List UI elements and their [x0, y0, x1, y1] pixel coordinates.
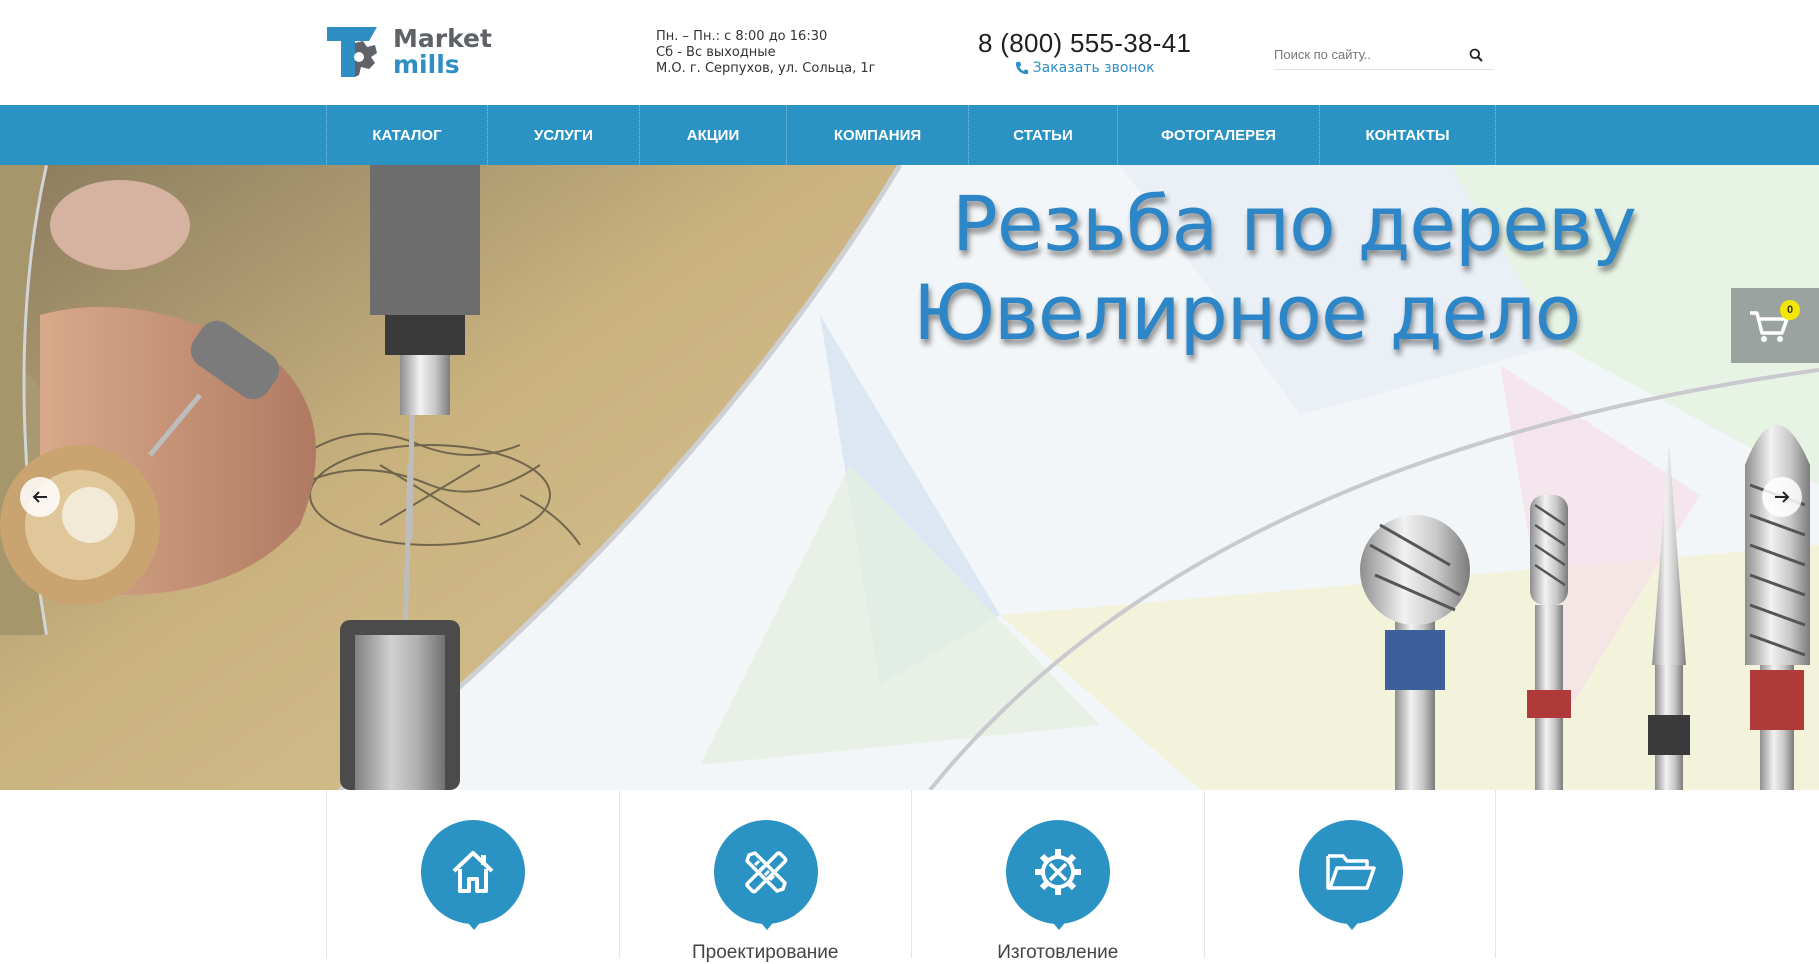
slider-prev-button[interactable]: [20, 477, 60, 517]
main-nav: КАТАЛОГ УСЛУГИ АКЦИИ КОМПАНИЯ СТАТЬИ ФОТ…: [0, 105, 1819, 165]
gear-wrench-icon: [1035, 849, 1081, 895]
feature-card-home[interactable]: [326, 790, 619, 958]
search-icon: [1469, 48, 1483, 62]
phone-icon: [1015, 61, 1028, 75]
feature-pointer: [464, 918, 484, 930]
folder-open-icon: [1325, 854, 1376, 890]
phone-number[interactable]: 8 (800) 555-38-41: [978, 28, 1191, 59]
nav-item-promotions[interactable]: АКЦИИ: [640, 105, 787, 165]
nav-item-gallery[interactable]: ФОТОГАЛЕРЕЯ: [1118, 105, 1320, 165]
slider-next-button[interactable]: [1762, 477, 1802, 517]
callback-label: Заказать звонок: [1032, 60, 1155, 76]
hours-line2: Сб - Вс выходные: [656, 45, 776, 60]
home-icon: [452, 851, 494, 893]
nav-item-services[interactable]: УСЛУГИ: [488, 105, 640, 165]
search-button[interactable]: [1464, 43, 1488, 67]
contact-block: 8 (800) 555-38-41 Заказать звонок: [978, 28, 1191, 76]
feature-label: Проектирование: [692, 942, 839, 963]
feature-pointer: [756, 918, 777, 930]
site-header: Market mills Пн. – Пн.: с 8:00 до 16:30 …: [0, 0, 1819, 105]
feature-pointer: [1049, 918, 1069, 930]
nav-item-company[interactable]: КОМПАНИЯ: [787, 105, 969, 165]
nav-item-contacts[interactable]: КОНТАКТЫ: [1320, 105, 1496, 165]
search-input[interactable]: [1274, 47, 1464, 62]
features-row: Проектирование Изготовление: [326, 790, 1496, 963]
arrow-right-icon: [1775, 491, 1790, 503]
hero-slider: Резьба по дереву Ювелирное дело: [0, 165, 1819, 790]
feature-icon-circle: [1298, 820, 1403, 924]
feature-card-design[interactable]: Проектирование: [618, 790, 912, 963]
callback-link[interactable]: Заказать звонок: [978, 60, 1191, 76]
feature-card-manufacturing[interactable]: Изготовление: [911, 790, 1204, 963]
feature-card-portfolio[interactable]: [1203, 790, 1496, 958]
cart-count-badge: 0: [1780, 300, 1800, 320]
feature-icon-circle: [713, 820, 818, 924]
hero-title-line1: Резьба по дереву: [952, 179, 1637, 268]
logo-line1: Market: [393, 24, 492, 53]
arrow-left-icon: [32, 491, 47, 503]
logo-line2: mills: [393, 50, 460, 79]
address: М.О. г. Серпухов, ул. Сольца, 1г: [656, 61, 876, 76]
nav-item-articles[interactable]: СТАТЬИ: [969, 105, 1118, 165]
nav-item-catalog[interactable]: КАТАЛОГ: [327, 105, 488, 165]
logo[interactable]: Market mills: [325, 22, 505, 82]
logo-icon: [327, 27, 377, 77]
pencil-ruler-icon: [744, 851, 787, 894]
hours-line1: Пн. – Пн.: с 8:00 до 16:30: [656, 29, 828, 44]
working-hours: Пн. – Пн.: с 8:00 до 16:30 Сб - Вс выход…: [656, 29, 875, 77]
feature-icon-circle: [1006, 820, 1110, 924]
search-box: [1274, 40, 1494, 70]
cart-button[interactable]: 0: [1731, 288, 1819, 363]
feature-icon-circle: [421, 820, 525, 924]
hero-title-line2: Ювелирное дело: [913, 268, 1581, 357]
feature-label: Изготовление: [997, 942, 1119, 963]
feature-pointer: [1341, 918, 1362, 930]
